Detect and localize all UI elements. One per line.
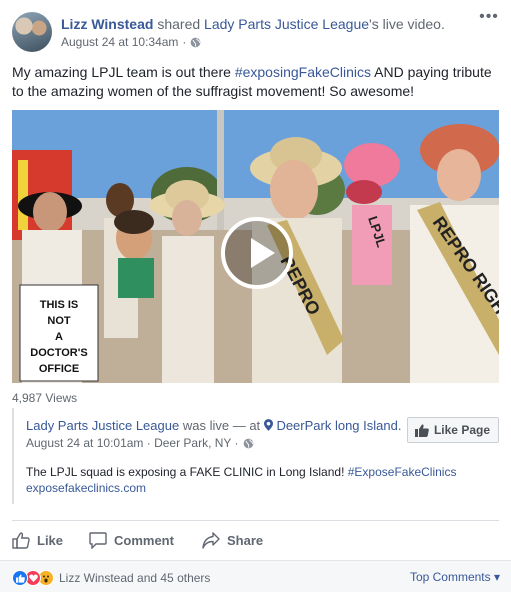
like-label: Like — [37, 532, 64, 548]
post-meta: August 24 at 10:34am · — [61, 34, 201, 50]
share-label: Share — [227, 532, 264, 548]
comment-button[interactable]: Comment — [89, 526, 174, 554]
page-name-link[interactable]: Lady Parts Justice League — [204, 16, 369, 32]
globe-icon[interactable] — [190, 37, 201, 48]
svg-text:A: A — [55, 331, 63, 343]
svg-text:OFFICE: OFFICE — [39, 363, 79, 375]
shared-title-line: Lady Parts Justice League was live — at … — [26, 418, 401, 434]
live-video-text: 's live video. — [369, 16, 445, 32]
svg-text:NOT: NOT — [47, 315, 71, 327]
location-link[interactable]: DeerPark long Island. — [276, 418, 401, 433]
video-player[interactable]: THIS IS NOT A DOCTOR'S OFFICE REPRO LPJL — [12, 110, 499, 383]
author-name-link[interactable]: Lizz Winstead — [61, 16, 153, 32]
like-reaction-icon — [12, 570, 28, 586]
globe-icon[interactable] — [243, 438, 254, 449]
share-arrow-icon — [202, 531, 220, 549]
svg-text:THIS IS: THIS IS — [40, 299, 79, 311]
hashtag-link[interactable]: #exposingFakeClinics — [235, 64, 371, 80]
website-link[interactable]: exposefakeclinics.com — [26, 480, 486, 496]
shared-meta: August 24 at 10:01am · Deer Park, NY · — [26, 435, 254, 451]
at-word: — at — [232, 418, 261, 433]
like-page-label: Like Page — [433, 423, 490, 437]
top-comments-dropdown[interactable]: Top Comments ▾ — [410, 570, 500, 584]
comment-icon — [89, 531, 107, 549]
shared-post-card: Lady Parts Justice League was live — at … — [12, 408, 499, 504]
shared-date-place[interactable]: August 24 at 10:01am · Deer Park, NY · — [26, 435, 239, 451]
author-avatar[interactable] — [12, 12, 52, 52]
location-pin-icon — [263, 419, 273, 431]
divider — [12, 520, 499, 521]
comment-label: Comment — [114, 532, 174, 548]
post-actions: Like Comment Share — [12, 526, 499, 554]
feed-post: Lizz Winstead shared Lady Parts Justice … — [0, 0, 511, 592]
thumbs-up-icon — [414, 423, 429, 437]
shared-word: shared — [157, 16, 201, 32]
post-header: Lizz Winstead shared Lady Parts Justice … — [12, 9, 499, 52]
like-page-button[interactable]: Like Page — [406, 417, 499, 443]
view-count: 4,987 Views — [12, 391, 78, 405]
shared-description: The LPJL squad is exposing a FAKE CLINIC… — [26, 464, 486, 496]
play-button-icon[interactable] — [221, 217, 293, 289]
svg-text:DOCTOR'S: DOCTOR'S — [30, 347, 87, 359]
share-button[interactable]: Share — [202, 526, 263, 554]
was-live-text: was live — [182, 418, 230, 433]
shared-page-link[interactable]: Lady Parts Justice League — [26, 418, 179, 433]
like-button[interactable]: Like — [12, 526, 63, 554]
thumbs-up-icon — [12, 531, 30, 549]
reactions-summary[interactable]: Lizz Winstead and 45 others — [12, 569, 210, 587]
reactions-text: Lizz Winstead and 45 others — [59, 571, 211, 585]
hashtag-link[interactable]: #ExposeFakeClinics — [348, 465, 457, 479]
post-timestamp[interactable]: August 24 at 10:34am — [61, 34, 178, 50]
more-options-icon[interactable]: ••• — [479, 9, 499, 26]
reactions-footer: Lizz Winstead and 45 others Top Comments… — [0, 560, 511, 592]
post-message: My amazing LPJL team is out there #expos… — [12, 64, 492, 99]
post-title-line: Lizz Winstead shared Lady Parts Justice … — [61, 15, 445, 33]
